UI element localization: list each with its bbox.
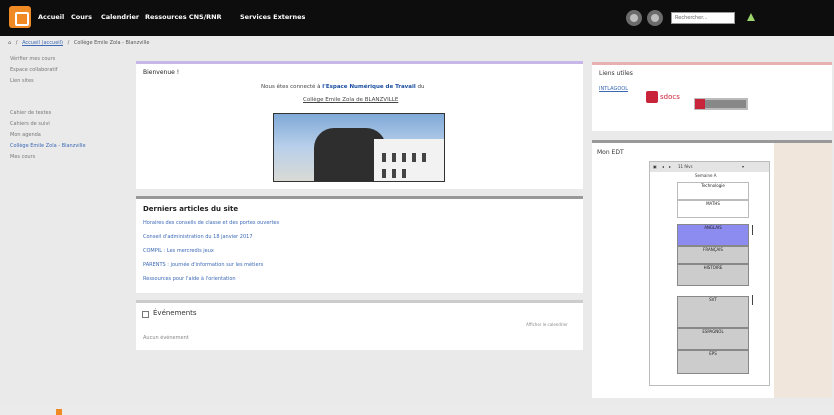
prev-week-icon[interactable]: ◂ bbox=[662, 164, 664, 169]
useful-links-panel: Liens utiles INTLAGOOL sdocs bbox=[592, 62, 832, 131]
sdocs-label[interactable]: sdocs bbox=[660, 93, 680, 101]
welcome-line: Nous êtes connecté à l'Espace Numérique … bbox=[261, 84, 425, 90]
home-icon[interactable]: ⌂ bbox=[8, 40, 11, 46]
left-sidebar: Vérifier mes cours Espace collaboratif L… bbox=[10, 54, 128, 163]
sidebar-item-cahiers-suivi[interactable]: Cahiers de suivi bbox=[10, 119, 128, 130]
printer-icon[interactable]: ▣ bbox=[653, 164, 657, 169]
top-navbar: Accueil Cours Calendrier Ressources CNS/… bbox=[0, 0, 834, 36]
footer-logo-icon bbox=[56, 409, 62, 415]
search-input[interactable]: Rechercher... bbox=[671, 12, 735, 24]
view-dropdown[interactable]: ▾ bbox=[742, 164, 744, 169]
timetable-cell[interactable]: FRANÇAIS bbox=[677, 246, 749, 264]
timetable-widget[interactable]: ▣ ◂ ▸ 11 févr. ▾ Semaine A Technologie M… bbox=[649, 161, 770, 386]
events-calendar-link[interactable]: Afficher le calendrier bbox=[526, 322, 568, 327]
breadcrumb: ⌂ / Accueil (accueil) / Collège Emile Zo… bbox=[8, 40, 150, 46]
nav-item-services-externes[interactable]: Services Externes bbox=[240, 13, 305, 21]
messages-icon[interactable] bbox=[647, 10, 663, 26]
sidebar-item-college[interactable]: Collège Emile Zola - Blanzville bbox=[10, 141, 128, 152]
welcome-title: Bienvenue ! bbox=[143, 69, 180, 76]
school-link[interactable]: Collège Emile Zola de BLANZVILLE bbox=[303, 97, 398, 103]
sidebar-item-cahier-textes[interactable]: Cahier de textes bbox=[10, 108, 128, 119]
next-week-icon[interactable]: ▸ bbox=[669, 164, 671, 169]
timetable-cell[interactable]: ESPAGNOL bbox=[677, 328, 749, 350]
timetable-panel: Mon EDT ▣ ◂ ▸ 11 févr. ▾ Semaine A Techn… bbox=[592, 140, 832, 398]
timetable-cell[interactable]: ANGLAIS bbox=[677, 224, 749, 246]
welcome-panel: Bienvenue ! Nous êtes connecté à l'Espac… bbox=[136, 61, 583, 189]
events-panel: Événements Afficher le calendrier Aucun … bbox=[136, 300, 583, 350]
timetable-cell[interactable]: EPS bbox=[677, 350, 749, 374]
article-link[interactable]: Conseil d'administration du 18 janvier 2… bbox=[143, 234, 253, 240]
nav-item-cours[interactable]: Cours bbox=[71, 13, 92, 21]
sidebar-item-mes-cours[interactable]: Mes cours bbox=[10, 152, 128, 163]
toolbar-date[interactable]: 11 févr. bbox=[678, 164, 693, 169]
school-photo bbox=[273, 113, 445, 182]
timetable-side-panel bbox=[774, 143, 832, 398]
timetable-toolbar: ▣ ◂ ▸ 11 févr. ▾ bbox=[650, 162, 769, 172]
events-title: Événements bbox=[153, 309, 197, 317]
article-link[interactable]: Horaires des conseils de classe et des p… bbox=[143, 220, 279, 226]
article-link[interactable]: COMPIL : Les mercredis jeux bbox=[143, 248, 214, 254]
notification-icon[interactable] bbox=[747, 13, 755, 21]
timetable-title: Mon EDT bbox=[597, 149, 624, 156]
week-label: Semaine A bbox=[695, 173, 717, 178]
app-logo[interactable] bbox=[9, 6, 31, 28]
resource-badge[interactable] bbox=[694, 98, 748, 110]
nav-item-ressources[interactable]: Ressources CNS/RNR bbox=[145, 13, 222, 21]
breadcrumb-item-1: Collège Emile Zola - Blanzville bbox=[73, 40, 150, 46]
timetable-cell[interactable]: SVT bbox=[677, 296, 749, 328]
nav-item-calendrier[interactable]: Calendrier bbox=[101, 13, 139, 21]
breadcrumb-item-0[interactable]: Accueil (accueil) bbox=[22, 40, 63, 46]
nav-item-accueil[interactable]: Accueil bbox=[38, 13, 64, 21]
useful-link-item[interactable]: INTLAGOOL bbox=[599, 86, 628, 92]
useful-links-title: Liens utiles bbox=[599, 70, 633, 77]
articles-title: Derniers articles du site bbox=[143, 205, 239, 213]
timetable-cell[interactable]: HISTOIRE bbox=[677, 264, 749, 286]
articles-panel: Derniers articles du site Horaires des c… bbox=[136, 196, 583, 293]
sidebar-item-verifier[interactable]: Vérifier mes cours bbox=[10, 54, 128, 65]
calendar-icon bbox=[142, 311, 149, 318]
user-avatar-icon[interactable] bbox=[626, 10, 642, 26]
timetable-cell[interactable]: MATHS bbox=[677, 200, 749, 218]
sidebar-item-agenda[interactable]: Mon agenda bbox=[10, 130, 128, 141]
sidebar-item-espace[interactable]: Espace collaboratif bbox=[10, 65, 128, 76]
sdocs-logo-icon[interactable] bbox=[646, 91, 658, 103]
article-link[interactable]: PARENTS : journée d'information sur les … bbox=[143, 262, 263, 268]
sidebar-item-liens[interactable]: Lien sites bbox=[10, 76, 128, 87]
events-empty-text: Aucun événement bbox=[143, 335, 189, 341]
article-link[interactable]: Ressources pour l'aide à l'orientation bbox=[143, 276, 236, 282]
footer bbox=[0, 405, 834, 415]
timetable-cell[interactable]: Technologie bbox=[677, 182, 749, 200]
